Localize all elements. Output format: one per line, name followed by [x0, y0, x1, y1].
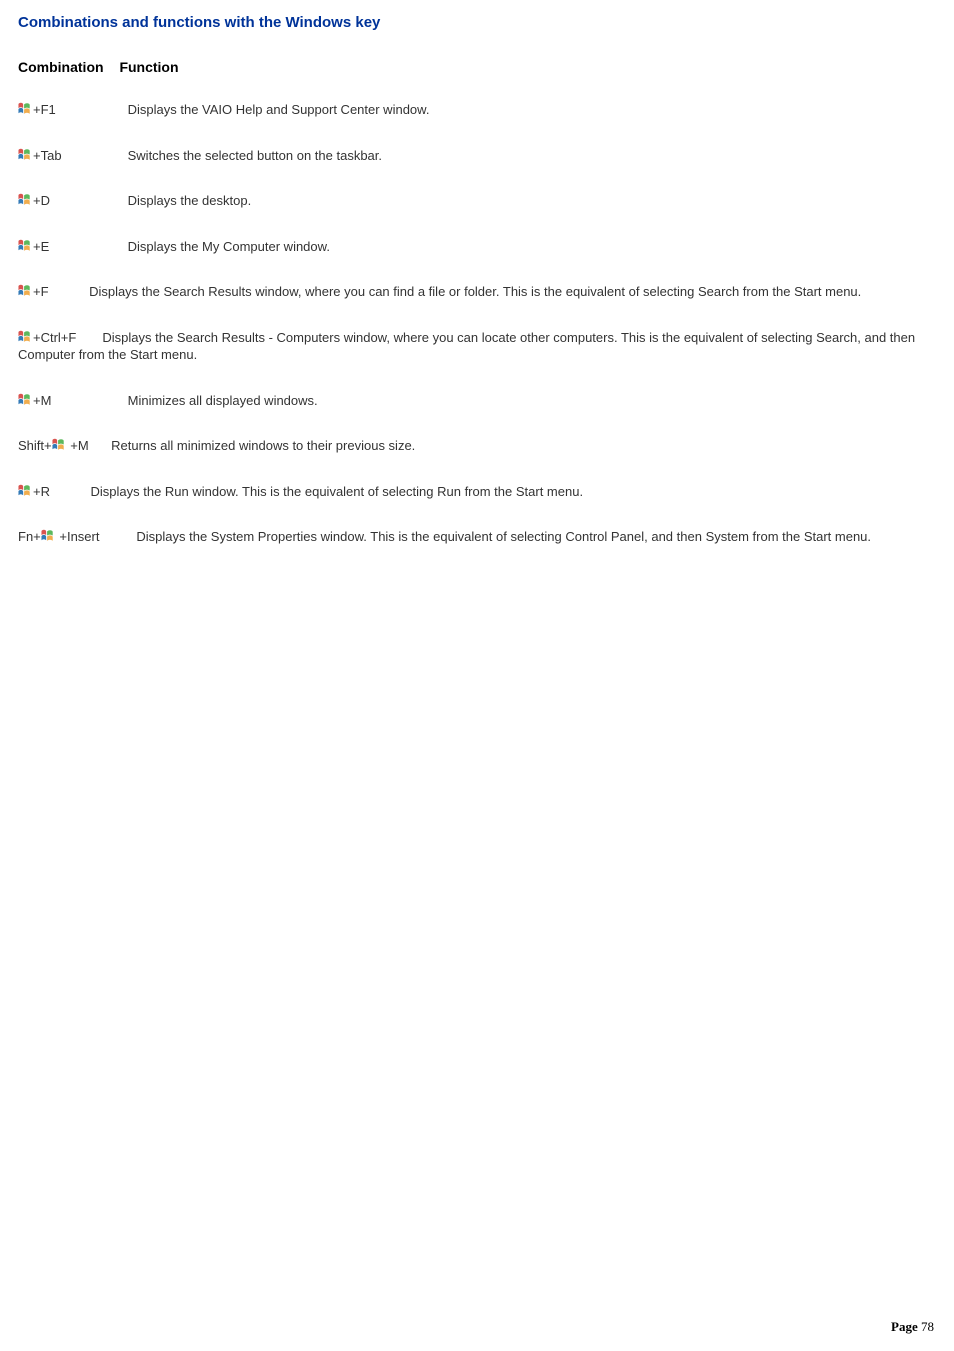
combo-prefix: Shift+	[18, 438, 52, 453]
table-row: Fn+ +Insert Displays the System Properti…	[18, 528, 936, 546]
windows-key-icon	[18, 239, 33, 253]
combo-keys: +F	[33, 284, 49, 299]
combination-cell: +M	[18, 392, 124, 410]
function-cell: Minimizes all displayed windows.	[128, 393, 318, 408]
table-row: +E Displays the My Computer window.	[18, 238, 936, 256]
table-row: +R Displays the Run window. This is the …	[18, 483, 936, 501]
combo-keys: +D	[33, 193, 50, 208]
function-cell: Displays the Run window. This is the equ…	[91, 484, 584, 499]
combo-prefix: Fn+	[18, 529, 41, 544]
combo-keys: +R	[33, 484, 50, 499]
combo-keys: +Ctrl+F	[33, 330, 76, 345]
table-row: +F Displays the Search Results window, w…	[18, 283, 936, 301]
table-row: +F1 Displays the VAIO Help and Support C…	[18, 101, 936, 119]
windows-key-icon	[18, 284, 33, 298]
page: Combinations and functions with the Wind…	[0, 0, 954, 1351]
table-row: +Ctrl+F Displays the Search Results - Co…	[18, 329, 936, 364]
combo-keys: +Insert	[56, 529, 100, 544]
combination-cell: +Ctrl+F	[18, 329, 84, 347]
function-cell: Displays the System Properties window. T…	[136, 529, 871, 544]
combo-keys: +M	[67, 438, 89, 453]
combo-keys: +F1	[33, 102, 56, 117]
function-cell: Displays the Search Results - Computers …	[18, 330, 915, 363]
function-cell: Displays the Search Results window, wher…	[89, 284, 861, 299]
windows-key-icon	[18, 393, 33, 407]
combination-cell: +Tab	[18, 147, 124, 165]
windows-key-icon	[18, 484, 33, 498]
combination-cell: Shift+ +M	[18, 437, 97, 455]
windows-key-icon	[18, 330, 33, 344]
page-number: Page 78	[891, 1319, 934, 1335]
windows-key-icon	[18, 193, 33, 207]
function-cell: Displays the desktop.	[128, 193, 252, 208]
table-row: +M Minimizes all displayed windows.	[18, 392, 936, 410]
page-label: Page	[891, 1319, 918, 1334]
table-row: Shift+ +M Returns all minimized windows …	[18, 437, 936, 455]
windows-key-icon	[52, 438, 67, 452]
windows-key-icon	[41, 529, 56, 543]
windows-key-icon	[18, 102, 33, 116]
combo-keys: +E	[33, 239, 49, 254]
combination-cell: +E	[18, 238, 124, 256]
table-header: Combination Function	[18, 59, 936, 75]
function-cell: Displays the My Computer window.	[128, 239, 330, 254]
combination-cell: Fn+ +Insert	[18, 528, 107, 546]
combo-keys: +Tab	[33, 148, 62, 163]
combination-cell: +F	[18, 283, 57, 301]
function-cell: Switches the selected button on the task…	[128, 148, 382, 163]
combination-cell: +F1	[18, 101, 124, 119]
combo-keys: +M	[33, 393, 51, 408]
windows-key-icon	[18, 148, 33, 162]
combination-cell: +D	[18, 192, 124, 210]
table-row: +Tab Switches the selected button on the…	[18, 147, 936, 165]
function-cell: Displays the VAIO Help and Support Cente…	[128, 102, 430, 117]
page-number-value: 78	[921, 1319, 934, 1334]
header-combination: Combination	[18, 59, 116, 75]
page-title: Combinations and functions with the Wind…	[18, 14, 936, 31]
combination-cell: +R	[18, 483, 58, 501]
function-cell: Returns all minimized windows to their p…	[111, 438, 415, 453]
table-row: +D Displays the desktop.	[18, 192, 936, 210]
header-function: Function	[119, 59, 178, 75]
